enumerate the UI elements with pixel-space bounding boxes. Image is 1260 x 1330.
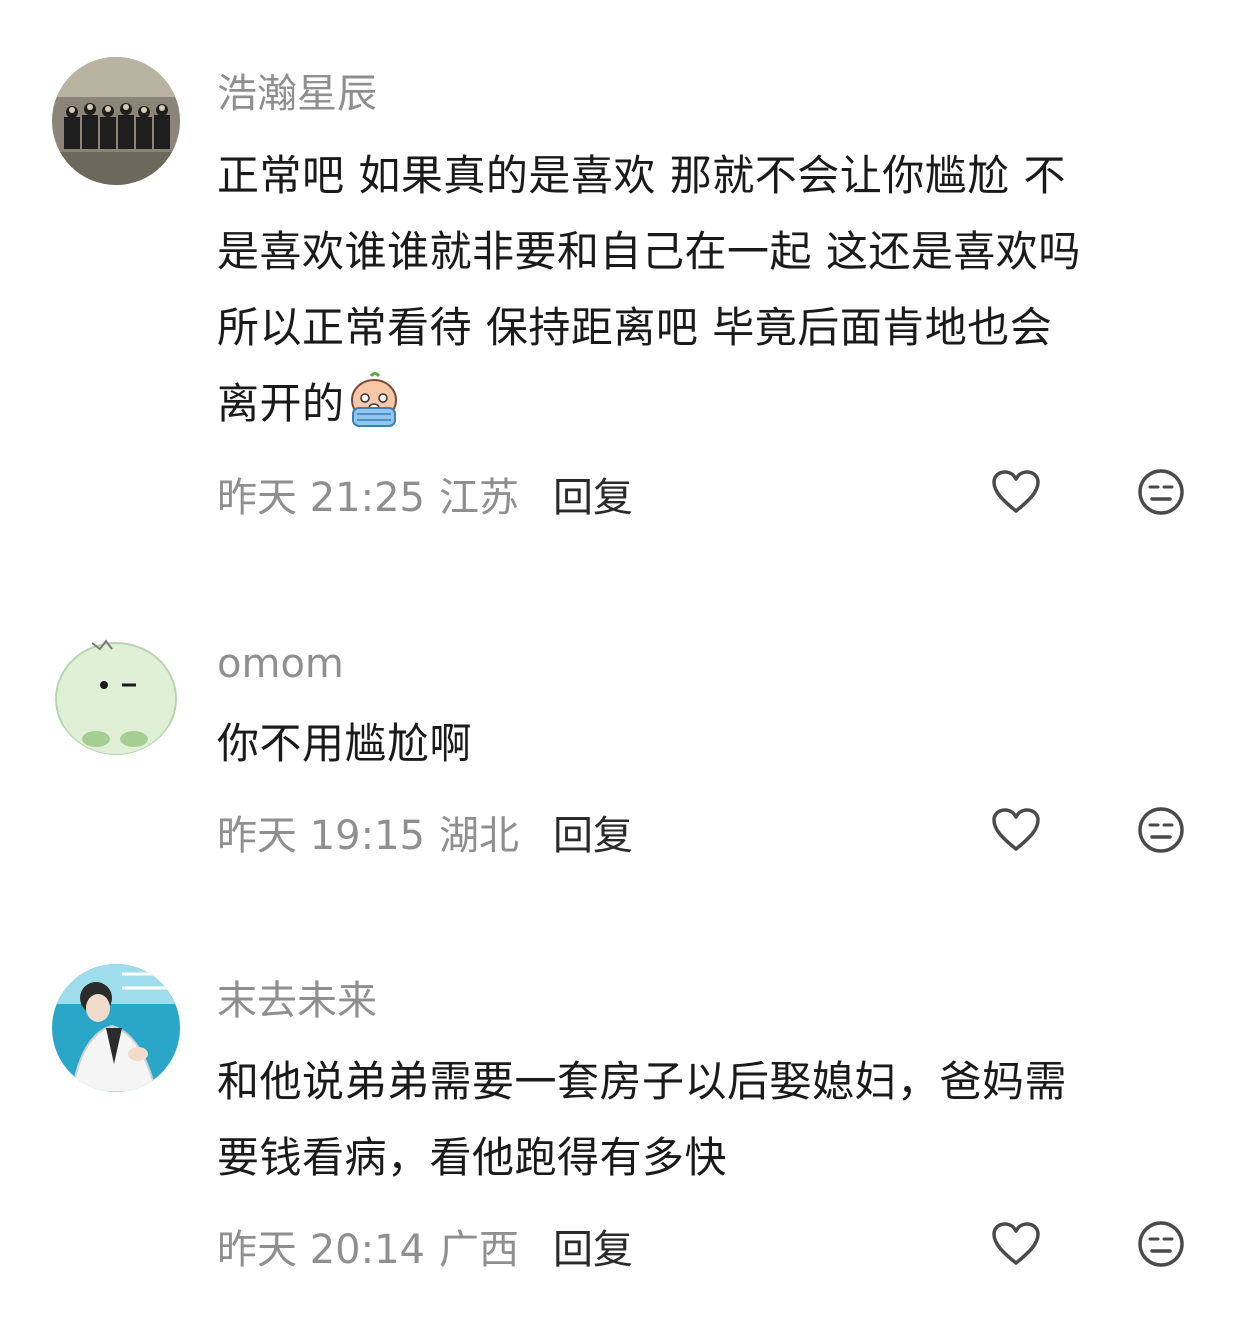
- like-button[interactable]: [988, 466, 1044, 522]
- comment-location: 湖北: [439, 813, 519, 859]
- comment-text: 你不用尴尬啊: [217, 706, 1217, 782]
- like-button[interactable]: [988, 1218, 1044, 1274]
- comment-text: 正常吧 如果真的是喜欢 那就不会让你尴尬 不 是喜欢谁谁就非要和自己在一起 这还…: [217, 138, 1217, 442]
- comment-text-line: 所以正常看待 保持距离吧 毕竟后面肯地也会: [217, 303, 1053, 352]
- comment-text-line: 正常吧 如果真的是喜欢 那就不会让你尴尬 不: [217, 151, 1067, 200]
- comment-time: 昨天 20:14: [217, 1227, 425, 1273]
- comment-text: 和他说弟弟需要一套房子以后娶媳妇，爸妈需 要钱看病，看他跑得有多快: [217, 1044, 1217, 1196]
- username[interactable]: omom: [217, 638, 344, 690]
- comment-text-line: 是喜欢谁谁就非要和自己在一起 这还是喜欢吗: [217, 227, 1081, 276]
- heart-outline-icon: [991, 1221, 1041, 1271]
- username[interactable]: 末去未来: [217, 975, 377, 1027]
- comment-location: 江苏: [439, 475, 519, 521]
- heart-outline-icon: [991, 469, 1041, 519]
- crying-face-emoji: [345, 370, 403, 428]
- comment-location: 广西: [439, 1227, 519, 1273]
- comment-text-line: 要钱看病，看他跑得有多快: [217, 1133, 728, 1182]
- dislike-button[interactable]: [1133, 1218, 1189, 1274]
- avatar[interactable]: [52, 57, 180, 185]
- avatar[interactable]: [52, 627, 180, 755]
- comment-text-line: 你不用尴尬啊: [217, 719, 473, 768]
- comment-text-line-part: 离开的: [217, 379, 345, 428]
- meh-face-icon: [1136, 1219, 1186, 1273]
- dislike-button[interactable]: [1133, 804, 1189, 860]
- comment-meta: 昨天 20:14 广西 回复: [217, 1216, 633, 1276]
- reply-button[interactable]: 回复: [553, 1217, 633, 1275]
- heart-outline-icon: [991, 807, 1041, 857]
- like-button[interactable]: [988, 804, 1044, 860]
- comment-text-line: 和他说弟弟需要一套房子以后娶媳妇，爸妈需: [217, 1057, 1068, 1106]
- meh-face-icon: [1136, 805, 1186, 859]
- meh-face-icon: [1136, 467, 1186, 521]
- comment-meta: 昨天 21:25 江苏 回复: [217, 464, 633, 524]
- avatar[interactable]: [52, 964, 180, 1092]
- comment-time: 昨天 19:15: [217, 813, 425, 859]
- username[interactable]: 浩瀚星辰: [217, 68, 377, 120]
- comment-time: 昨天 21:25: [217, 475, 425, 521]
- reply-button[interactable]: 回复: [553, 803, 633, 861]
- dislike-button[interactable]: [1133, 466, 1189, 522]
- reply-button[interactable]: 回复: [553, 465, 633, 523]
- comment-text-line: 离开的: [217, 366, 1217, 442]
- comment-meta: 昨天 19:15 湖北 回复: [217, 802, 633, 862]
